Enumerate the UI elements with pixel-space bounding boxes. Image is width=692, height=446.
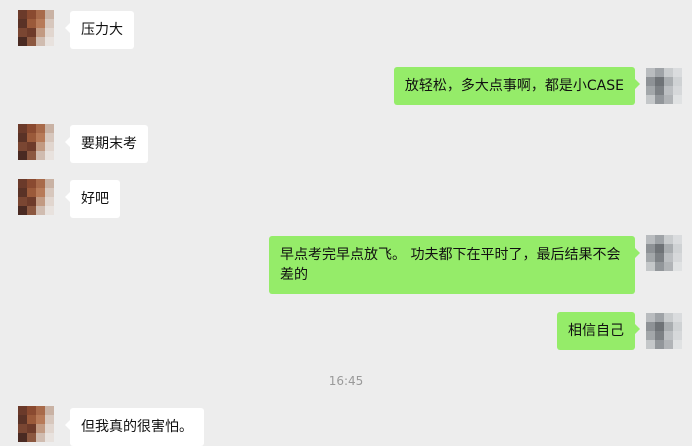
contact-avatar[interactable] (18, 124, 54, 160)
contact-avatar[interactable] (18, 10, 54, 46)
message-bubble-outgoing[interactable]: 相信自己 (557, 312, 640, 350)
message-timestamp: 16:45 (328, 374, 364, 388)
message-bubble-incoming[interactable]: 但我真的很害怕。 (65, 408, 204, 446)
contact-avatar[interactable] (18, 179, 54, 215)
message-bubble-outgoing[interactable]: 放轻松，多大点事啊，都是小CASE (393, 67, 641, 105)
self-avatar[interactable] (646, 235, 682, 271)
contact-avatar[interactable] (18, 406, 54, 442)
message-bubble-incoming[interactable]: 要期末考 (65, 125, 148, 163)
chat-window: 压力大 放轻松，多大点事啊，都是小CASE 要期末考 好吧 早点考完早点放飞。 … (0, 0, 692, 446)
message-bubble-incoming[interactable]: 好吧 (65, 180, 120, 218)
message-bubble-outgoing[interactable]: 早点考完早点放飞。 功夫都下在平时了，最后结果不会差的 (269, 236, 640, 294)
self-avatar[interactable] (646, 313, 682, 349)
message-bubble-incoming[interactable]: 压力大 (65, 11, 134, 49)
self-avatar[interactable] (646, 68, 682, 104)
